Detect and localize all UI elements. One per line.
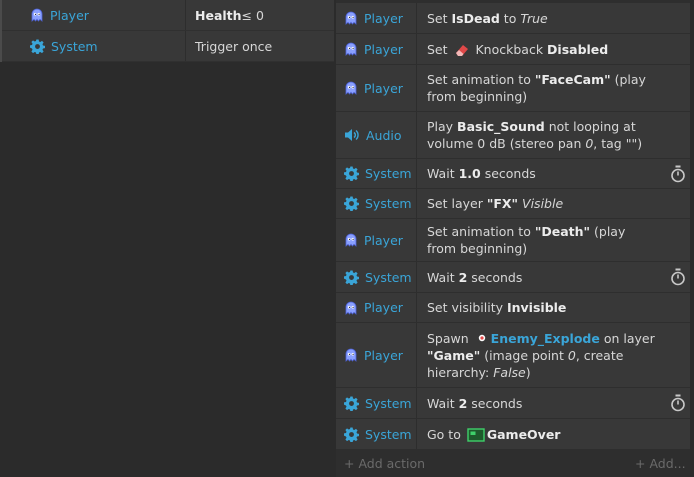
ghost-icon <box>344 233 358 247</box>
action-object[interactable]: Player <box>344 219 403 261</box>
action-object-name: System <box>365 166 412 181</box>
event-sheet: Player Health ≤ 0 System Trigger once Pl… <box>0 0 694 477</box>
action-object[interactable]: System <box>344 262 412 292</box>
action-object[interactable]: Player <box>344 3 403 33</box>
action-text[interactable]: Play Basic_Sound not looping at volume 0… <box>427 112 656 158</box>
action-object[interactable]: Player <box>344 34 403 64</box>
action-object-name: Player <box>364 232 403 248</box>
add-more-button[interactable]: + Add... <box>635 456 686 471</box>
ghost-icon <box>30 8 44 22</box>
gear-icon <box>344 427 359 442</box>
action-object-name: System <box>365 395 412 411</box>
action-text[interactable]: Set visibility Invisible <box>427 293 656 322</box>
action-object[interactable]: Player <box>344 293 403 322</box>
action-text[interactable]: Wait 2 seconds <box>427 388 656 418</box>
action-object-name: Player <box>364 300 403 315</box>
action-object[interactable]: Audio <box>344 112 402 158</box>
gear-icon <box>344 270 359 285</box>
condition-object[interactable]: Player <box>30 0 89 30</box>
timer-icon <box>670 159 686 188</box>
action-row[interactable]: Audio Play Basic_Sound not looping at vo… <box>336 112 690 158</box>
action-row[interactable]: Player Set Knockback Disabled <box>336 34 690 64</box>
timer-icon <box>670 388 686 418</box>
action-object-name: System <box>365 196 412 211</box>
action-text[interactable]: Spawn Enemy_Explode on layer "Game" (ima… <box>427 323 656 387</box>
sprite-icon <box>478 334 485 341</box>
action-object-name: Player <box>364 10 403 26</box>
action-object-name: Player <box>364 41 403 57</box>
action-text[interactable]: Set IsDead to True <box>427 3 656 33</box>
action-row[interactable]: Player Set animation to "Death" (play fr… <box>336 219 690 261</box>
column-divider <box>416 34 417 64</box>
condition-text[interactable]: Trigger once <box>195 31 272 61</box>
action-object-name: System <box>365 269 412 285</box>
column-divider <box>185 31 186 61</box>
action-object-name: Player <box>364 80 403 96</box>
action-row[interactable]: System Go to GameOver <box>336 419 690 449</box>
action-row[interactable]: System Wait 2 seconds <box>336 388 690 418</box>
ghost-icon <box>344 81 358 95</box>
action-row[interactable]: System Wait 2 seconds <box>336 262 690 292</box>
action-object[interactable]: System <box>344 159 412 188</box>
column-divider <box>416 323 417 387</box>
action-object[interactable]: System <box>344 189 412 218</box>
layout-icon <box>467 427 485 442</box>
column-divider <box>416 419 417 449</box>
action-row[interactable]: Player Set IsDead to True <box>336 3 690 33</box>
action-row[interactable]: System Wait 1.0 seconds <box>336 159 690 188</box>
action-object[interactable]: System <box>344 419 412 449</box>
condition-row[interactable]: Player Health ≤ 0 <box>0 0 334 31</box>
column-divider <box>416 189 417 218</box>
column-divider <box>416 388 417 418</box>
gear-icon <box>30 39 45 54</box>
condition-text[interactable]: Health ≤ 0 <box>195 0 264 30</box>
column-divider <box>416 159 417 188</box>
condition-object-name: System <box>51 38 98 54</box>
action-row[interactable]: System Set layer "FX" Visible <box>336 189 690 218</box>
action-text[interactable]: Wait 2 seconds <box>427 262 656 292</box>
add-action-button[interactable]: + Add action <box>344 456 425 471</box>
event-indent-bar <box>0 0 2 62</box>
condition-object-name: Player <box>50 7 89 23</box>
conditions-panel <box>0 0 334 477</box>
action-object-name: Audio <box>366 127 402 143</box>
condition-row[interactable]: System Trigger once <box>0 31 334 62</box>
action-object-name: System <box>365 426 412 442</box>
gear-icon <box>344 196 359 211</box>
action-object[interactable]: System <box>344 388 412 418</box>
action-text[interactable]: Wait 1.0 seconds <box>427 159 656 188</box>
gear-icon <box>344 166 359 181</box>
column-divider <box>185 0 186 30</box>
ghost-icon <box>344 42 358 56</box>
action-object[interactable]: Player <box>344 65 403 111</box>
column-divider <box>416 219 417 261</box>
action-text[interactable]: Set animation to "Death" (play from begi… <box>427 219 656 261</box>
gear-icon <box>344 396 359 411</box>
column-divider <box>416 262 417 292</box>
condition-object[interactable]: System <box>30 31 98 61</box>
action-text[interactable]: Set animation to "FaceCam" (play from be… <box>427 65 656 111</box>
action-row[interactable]: Player Set visibility Invisible <box>336 293 690 322</box>
action-text[interactable]: Set layer "FX" Visible <box>427 189 656 218</box>
action-row[interactable]: Player Set animation to "FaceCam" (play … <box>336 65 690 111</box>
column-divider <box>416 293 417 322</box>
action-text[interactable]: Set Knockback Disabled <box>427 34 656 64</box>
ghost-icon <box>344 348 358 362</box>
action-row[interactable]: Player Spawn Enemy_Explode on layer "Gam… <box>336 323 690 387</box>
speaker-icon <box>344 128 360 142</box>
ghost-icon <box>344 301 358 315</box>
action-text[interactable]: Go to GameOver <box>427 419 656 449</box>
column-divider <box>416 3 417 33</box>
action-object[interactable]: Player <box>344 323 403 387</box>
timer-icon <box>670 262 686 292</box>
action-object-name: Player <box>364 347 403 363</box>
ghost-icon <box>344 11 358 25</box>
column-divider <box>416 65 417 111</box>
eraser-icon <box>455 44 468 56</box>
column-divider <box>416 112 417 158</box>
